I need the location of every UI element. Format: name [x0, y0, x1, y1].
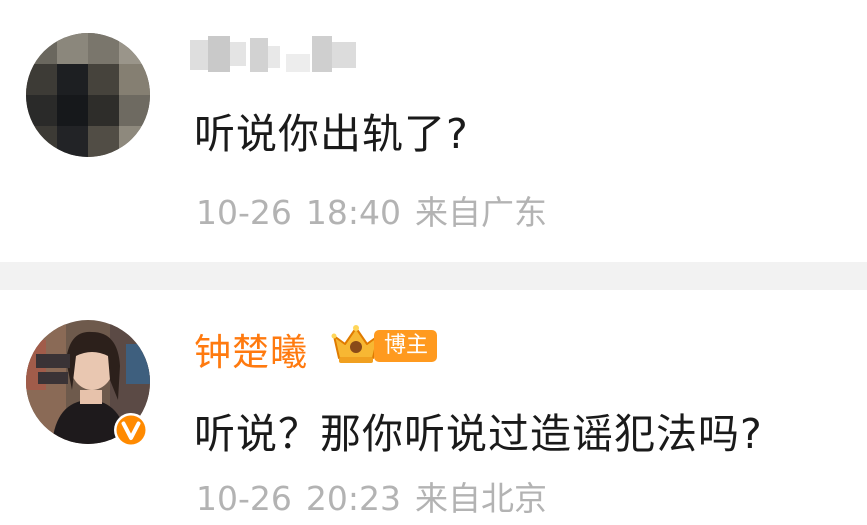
- comment-meta: 10-26 18:40 来自广东: [196, 186, 561, 234]
- username-blurred[interactable]: [190, 30, 365, 80]
- comment-thread: 听说你出轨了? 10-26 18:40 来自广东 钟楚曦 博主 听说？那你听说过…: [0, 0, 867, 525]
- comment-date: 10-26: [196, 193, 292, 232]
- avatar-blurred[interactable]: [26, 33, 150, 157]
- blogger-badge: 博主: [374, 330, 438, 362]
- username[interactable]: 钟楚曦: [194, 322, 308, 376]
- pixelated-avatar-image: [26, 33, 150, 157]
- comment-time: 18:40: [305, 193, 401, 232]
- comment-time: 20:23: [305, 479, 401, 518]
- verified-icon: [113, 412, 149, 448]
- comment-meta: 10-26 20:23 来自北京: [196, 472, 561, 520]
- pixelated-username: [190, 36, 356, 72]
- comment-item: 钟楚曦 博主 听说？那你听说过造谣犯法吗? 10-26 20:23 来自北京: [0, 290, 867, 525]
- comment-text: 听说你出轨了?: [194, 110, 469, 158]
- section-divider: [0, 262, 867, 290]
- comment-text: 听说？那你听说过造谣犯法吗?: [194, 410, 763, 458]
- comment-date: 10-26: [196, 479, 292, 518]
- comment-item: 听说你出轨了? 10-26 18:40 来自广东: [0, 0, 867, 262]
- comment-location: 来自广东: [415, 193, 547, 232]
- comment-location: 来自北京: [415, 479, 547, 518]
